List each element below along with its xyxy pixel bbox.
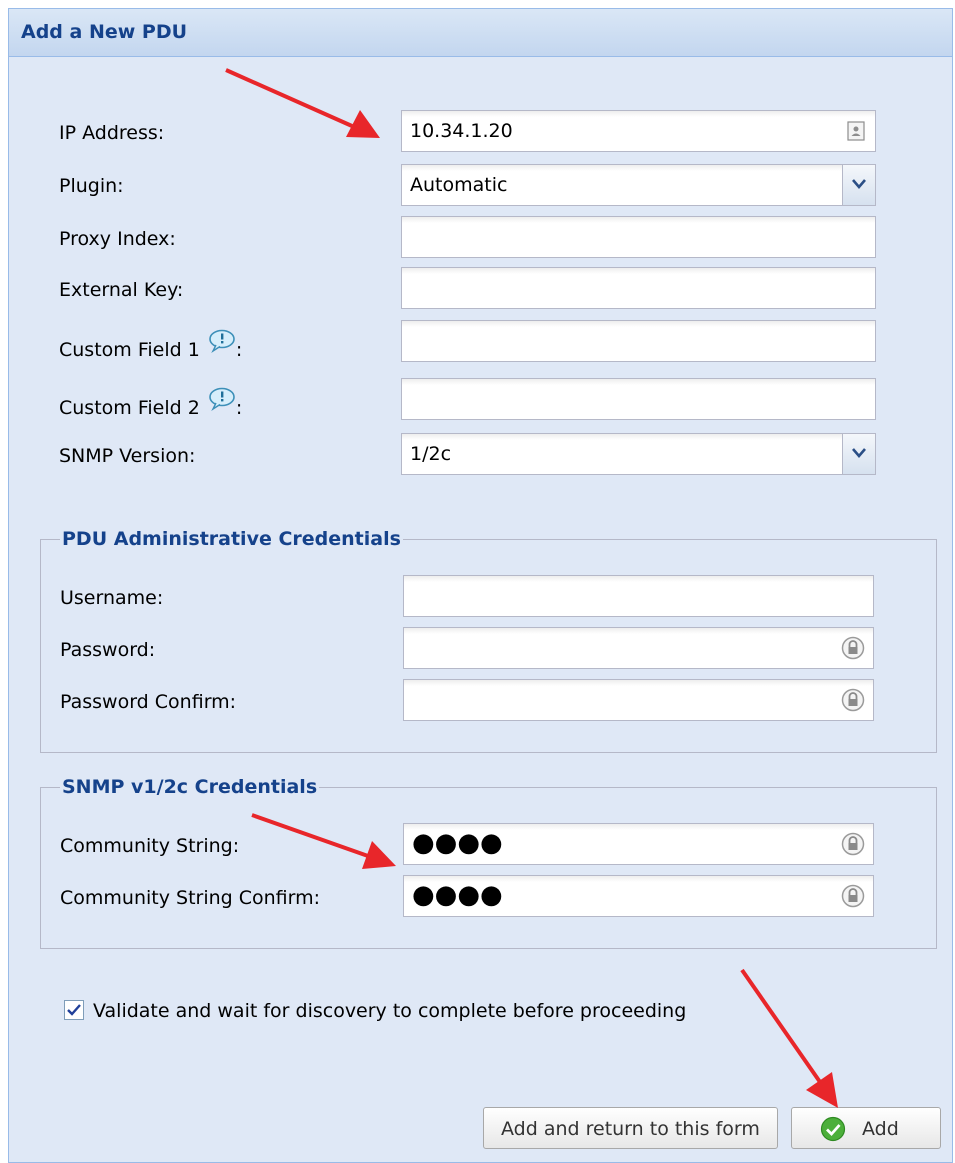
checkmark-icon (67, 1004, 81, 1016)
community-string-confirm-input[interactable]: ●●●● (403, 875, 874, 917)
custom-field-1-input[interactable] (401, 320, 876, 362)
add-pdu-panel: Add a New PDU IP Address: 10.34.1.20 Plu… (8, 8, 953, 1163)
community-string-label: Community String: (60, 835, 240, 857)
external-key-label: External Key: (59, 279, 184, 301)
proxy-index-input[interactable] (401, 216, 876, 258)
chevron-down-icon (852, 179, 866, 189)
community-string-input[interactable]: ●●●● (403, 823, 874, 865)
lock-icon (841, 884, 865, 908)
username-label: Username: (60, 587, 164, 609)
plugin-select[interactable]: Automatic (401, 164, 876, 206)
lock-icon (841, 688, 865, 712)
snmp-version-value: 1/2c (410, 443, 452, 465)
chevron-down-icon (852, 448, 866, 458)
panel-header: Add a New PDU (9, 9, 952, 57)
snmp-version-label: SNMP Version: (59, 445, 196, 467)
validate-label[interactable]: Validate and wait for discovery to compl… (93, 1000, 686, 1022)
ip-address-value: 10.34.1.20 (410, 120, 513, 142)
password-label: Password: (60, 639, 156, 661)
password-confirm-input[interactable] (403, 679, 874, 721)
snmp-credentials-fieldset (40, 787, 937, 949)
username-input[interactable] (403, 575, 874, 617)
check-circle-icon (820, 1116, 846, 1142)
lock-icon (841, 832, 865, 856)
snmp-version-select[interactable]: 1/2c (401, 433, 876, 475)
add-button[interactable]: Add (791, 1107, 941, 1149)
snmp-version-dropdown-trigger[interactable] (842, 434, 875, 474)
panel-title: Add a New PDU (21, 21, 188, 43)
custom-field-2-input[interactable] (401, 378, 876, 420)
password-confirm-label: Password Confirm: (60, 691, 237, 713)
lock-icon (841, 636, 865, 660)
speech-bubble-icon[interactable] (207, 387, 237, 411)
community-string-masked-value: ●●●● (412, 828, 503, 858)
plugin-value: Automatic (410, 174, 508, 196)
community-string-confirm-masked-value: ●●●● (412, 880, 503, 910)
community-string-confirm-label: Community String Confirm: (60, 887, 321, 909)
address-book-icon (847, 121, 865, 141)
proxy-index-label: Proxy Index: (59, 228, 176, 250)
password-input[interactable] (403, 627, 874, 669)
add-label: Add (862, 1118, 899, 1140)
ip-address-label: IP Address: (59, 122, 165, 144)
speech-bubble-icon[interactable] (207, 329, 237, 353)
plugin-label: Plugin: (59, 175, 124, 197)
external-key-input[interactable] (401, 267, 876, 309)
snmp-credentials-legend: SNMP v1/2c Credentials (60, 776, 320, 798)
add-and-return-button[interactable]: Add and return to this form (483, 1107, 778, 1149)
custom-field-2-label-text: Custom Field 2 (59, 397, 200, 419)
ip-address-input[interactable]: 10.34.1.20 (401, 110, 876, 152)
custom-field-1-label-text: Custom Field 1 (59, 339, 200, 361)
validate-checkbox[interactable] (64, 1000, 84, 1020)
plugin-dropdown-trigger[interactable] (842, 165, 875, 205)
admin-credentials-legend: PDU Administrative Credentials (60, 528, 403, 550)
add-and-return-label: Add and return to this form (501, 1118, 760, 1140)
